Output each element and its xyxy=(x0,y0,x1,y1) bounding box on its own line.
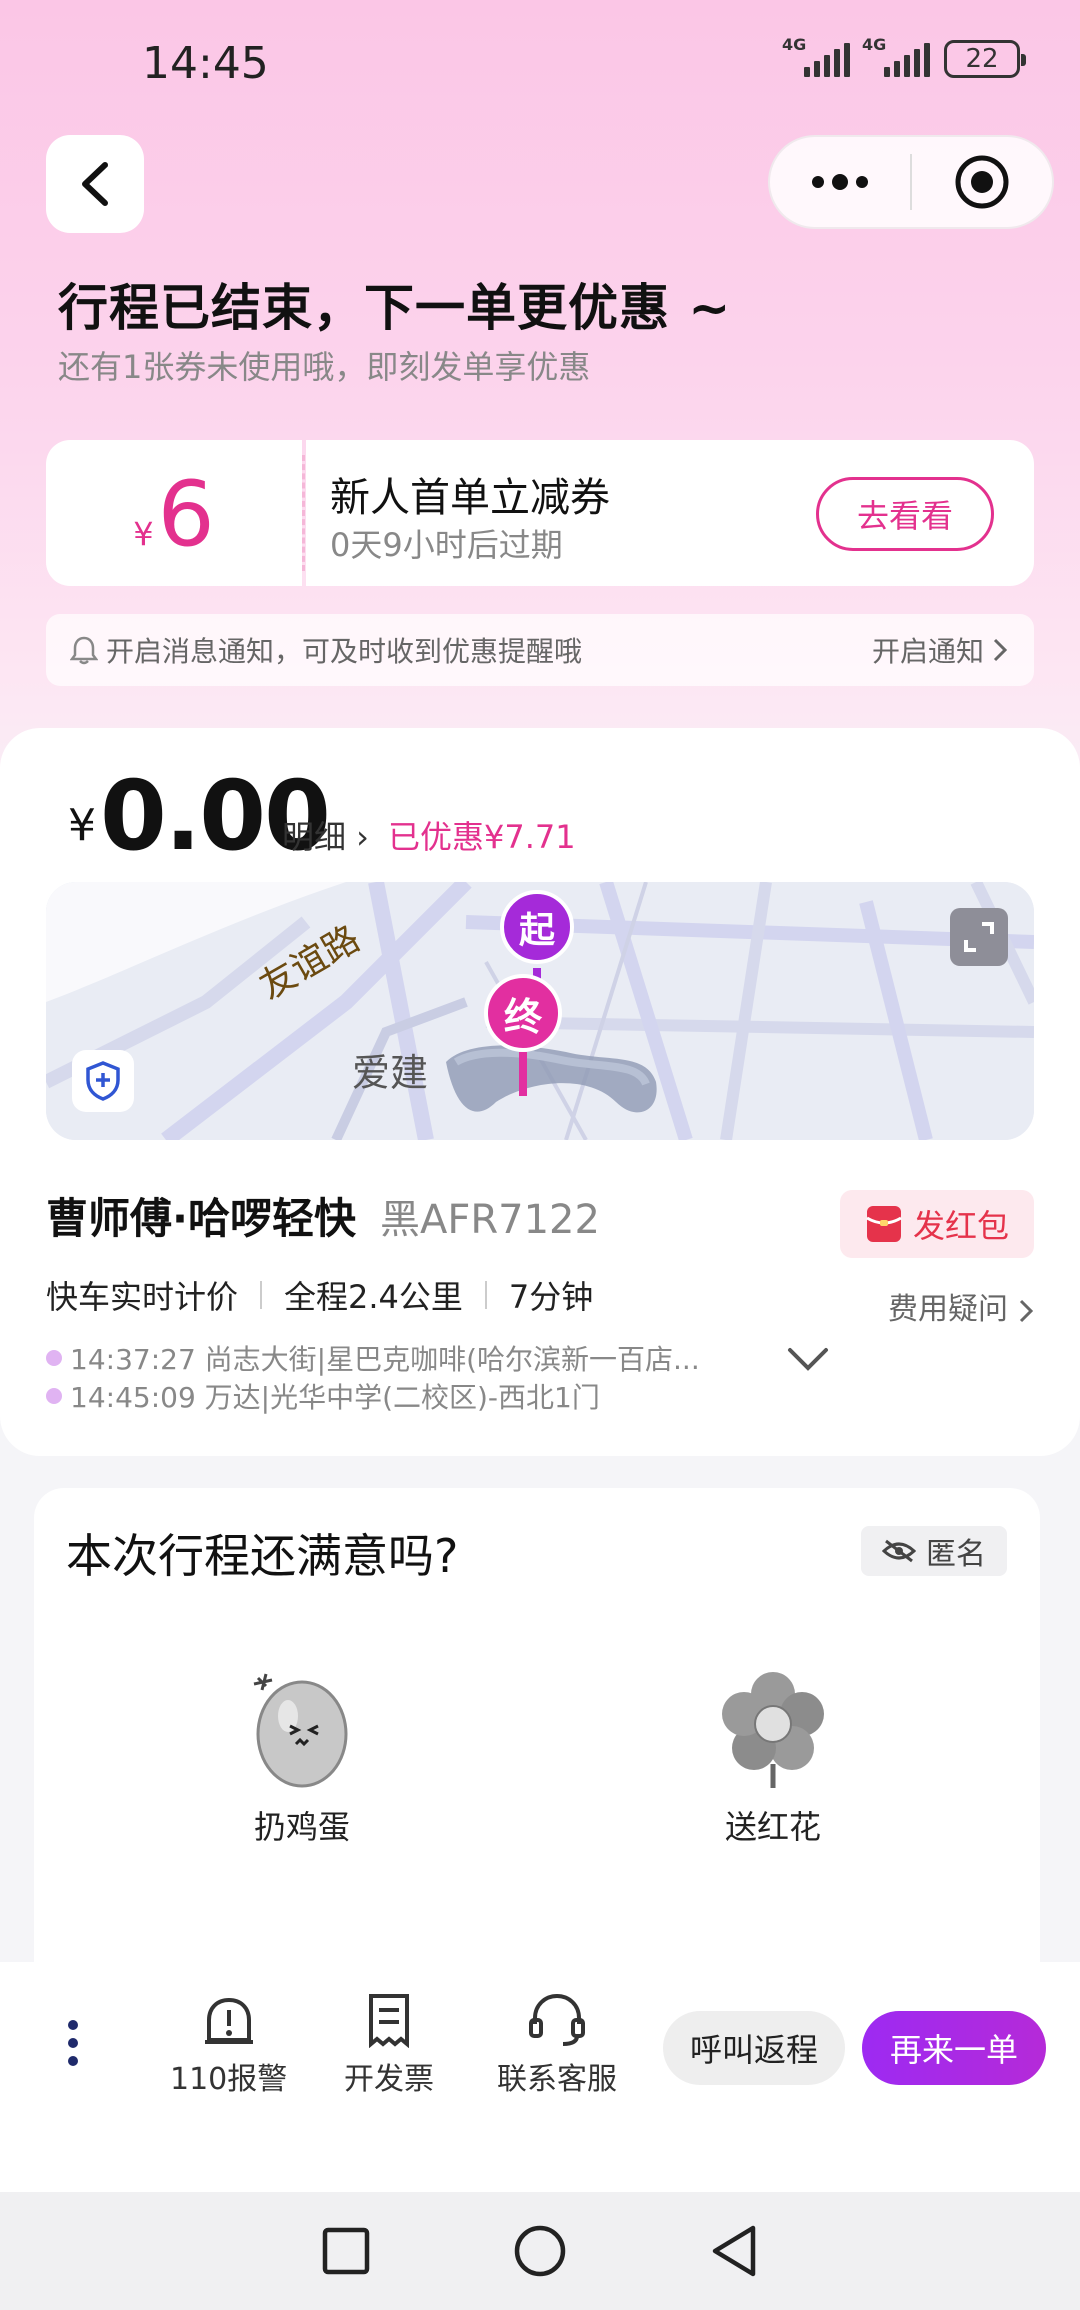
chevron-right-icon xyxy=(993,638,1008,662)
invoice-button[interactable]: 开发票 xyxy=(344,1992,434,2098)
trip-distance: 全程2.4公里 xyxy=(284,1278,463,1316)
page-title: 行程已结束，下一单更优惠 ~ xyxy=(58,279,732,337)
shield-plus-icon xyxy=(86,1061,120,1101)
trip-duration: 7分钟 xyxy=(508,1278,594,1316)
fullscreen-button[interactable] xyxy=(950,908,1008,966)
expand-icon xyxy=(964,922,994,952)
alert-icon xyxy=(204,1997,253,2044)
back-nav-button[interactable] xyxy=(709,2224,759,2278)
rating-title: 本次行程还满意吗? xyxy=(66,1529,459,1583)
status-time: 14:45 xyxy=(142,38,269,89)
call-return-trip-button[interactable]: 呼叫返程 xyxy=(663,2011,845,2085)
red-packet-button[interactable]: 发红包 xyxy=(840,1190,1034,1258)
eye-off-icon xyxy=(882,1539,916,1563)
throw-egg-label: 扔鸡蛋 xyxy=(253,1808,350,1846)
miniprogram-capsule xyxy=(768,135,1054,229)
chevron-left-icon xyxy=(82,162,108,206)
route-map[interactable]: 友谊路 爱建 起 终 xyxy=(46,882,1034,1140)
start-marker: 起 xyxy=(500,890,574,964)
page-subtitle: 还有1张券未使用哦，即刻发单享优惠 xyxy=(58,348,591,386)
flower-icon xyxy=(722,1672,824,1788)
notification-banner[interactable]: 开启消息通知，可及时收到优惠提醒哦 开启通知 xyxy=(46,614,1034,686)
fare-detail-link[interactable]: 明细 › xyxy=(282,812,369,858)
send-flower-option[interactable]: 送红花 xyxy=(720,1668,826,1848)
license-plate: 黑AFR7122 xyxy=(380,1197,600,1243)
fee-question-link[interactable]: 费用疑问 xyxy=(888,1284,1034,1328)
notification-text: 开启消息通知，可及时收到优惠提醒哦 xyxy=(106,635,583,668)
receipt-icon xyxy=(369,1994,409,2048)
recent-apps-button[interactable] xyxy=(321,2226,371,2276)
anonymous-toggle[interactable]: 匿名 xyxy=(861,1526,1007,1576)
more-menu-button[interactable] xyxy=(66,2018,80,2072)
coupon-expiry: 0天9小时后过期 xyxy=(330,526,563,564)
red-packet-icon xyxy=(866,1206,902,1242)
close-miniprogram-button[interactable] xyxy=(912,137,1052,227)
back-button[interactable] xyxy=(46,135,144,233)
pricing-type: 快车实时计价 xyxy=(46,1278,239,1316)
egg-icon xyxy=(253,1673,348,1788)
chevron-down-icon xyxy=(788,1348,828,1371)
order-again-button[interactable]: 再来一单 xyxy=(862,2011,1046,2085)
trip-meta: 快车实时计价 全程2.4公里 7分钟 xyxy=(46,1272,593,1318)
signal-icon: 4G xyxy=(782,35,850,77)
end-dot xyxy=(46,1388,62,1404)
view-coupon-button[interactable]: 去看看 xyxy=(816,477,994,551)
coupon-title: 新人首单立减券 xyxy=(330,475,610,521)
vertical-dots-icon xyxy=(68,2020,78,2066)
police-110-button[interactable]: 110报警 xyxy=(170,1992,287,2098)
expand-route-button[interactable] xyxy=(786,1344,830,1378)
more-button[interactable] xyxy=(770,137,910,227)
end-marker-pin xyxy=(519,1052,527,1096)
end-marker: 终 xyxy=(484,974,562,1052)
enable-notification-link[interactable]: 开启通知 xyxy=(872,630,984,670)
coupon-amount: ¥6 xyxy=(46,440,302,586)
route-end: 14:45:09 万达|光华中学(二校区)-西北1门 xyxy=(46,1376,600,1416)
send-flower-label: 送红花 xyxy=(724,1808,821,1846)
start-dot xyxy=(46,1350,62,1366)
fare-currency: ¥ xyxy=(68,800,96,851)
system-navigation-bar xyxy=(0,2192,1080,2310)
throw-egg-option[interactable]: 扔鸡蛋 xyxy=(252,1668,352,1848)
driver-name: 曹师傅·哈啰轻快 xyxy=(46,1194,356,1243)
status-indicators: 4G 4G 22 xyxy=(782,35,1026,78)
more-dots-icon xyxy=(812,174,868,190)
customer-service-button[interactable]: 联系客服 xyxy=(497,1992,617,2098)
headset-icon xyxy=(529,1993,585,2046)
signal-icon: 4G xyxy=(862,35,930,77)
safety-shield-button[interactable] xyxy=(72,1050,134,1112)
route-start: 14:37:27 尚志大街|星巴克咖啡(哈尔滨新一百店... xyxy=(46,1338,700,1378)
home-button[interactable] xyxy=(513,2224,567,2278)
battery-icon: 22 xyxy=(944,40,1026,78)
target-close-icon xyxy=(955,155,1009,209)
area-label: 爱建 xyxy=(352,1051,429,1095)
chevron-right-icon xyxy=(1019,1299,1033,1322)
discount-text: 已优惠¥7.71 xyxy=(388,818,576,856)
bell-icon xyxy=(70,636,98,665)
coupon-divider xyxy=(302,455,305,571)
